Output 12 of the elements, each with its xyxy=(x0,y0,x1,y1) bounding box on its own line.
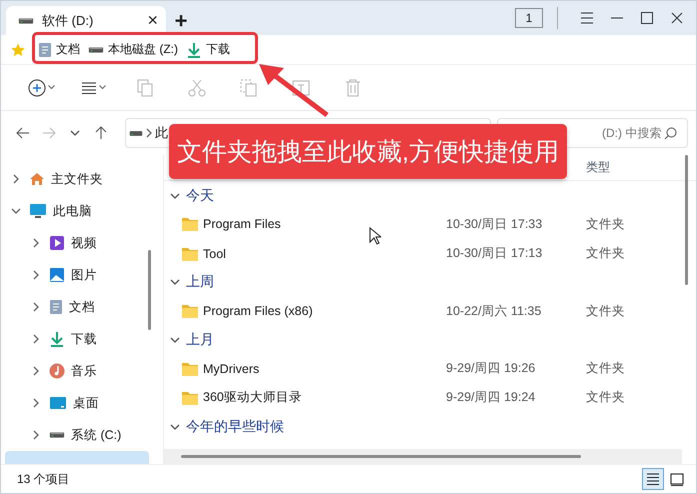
date-cell-text: 10-30/周日 17:33 xyxy=(446,216,544,233)
callout-tooltip: 文件夹拖拽至此收藏,方便快捷使用 xyxy=(169,124,567,179)
type-cell: 文件夹 xyxy=(586,216,625,233)
date-cell-text: 9-29/周四 19:26 xyxy=(446,360,536,378)
type-cell: 文件夹 xyxy=(586,360,625,378)
type-cell: 文件夹 xyxy=(586,245,625,262)
date-cell-text: 9-29/周四 19:24 xyxy=(446,389,536,406)
type-cell: 文件夹 xyxy=(586,389,625,406)
date-cell-text: 10-30/周日 17:13 xyxy=(446,245,544,262)
item-count: 13 个项目 xyxy=(17,470,70,488)
type-cell: 文件夹 xyxy=(586,302,625,320)
date-cell-text: 10-22/周六 11:35 xyxy=(446,302,542,320)
